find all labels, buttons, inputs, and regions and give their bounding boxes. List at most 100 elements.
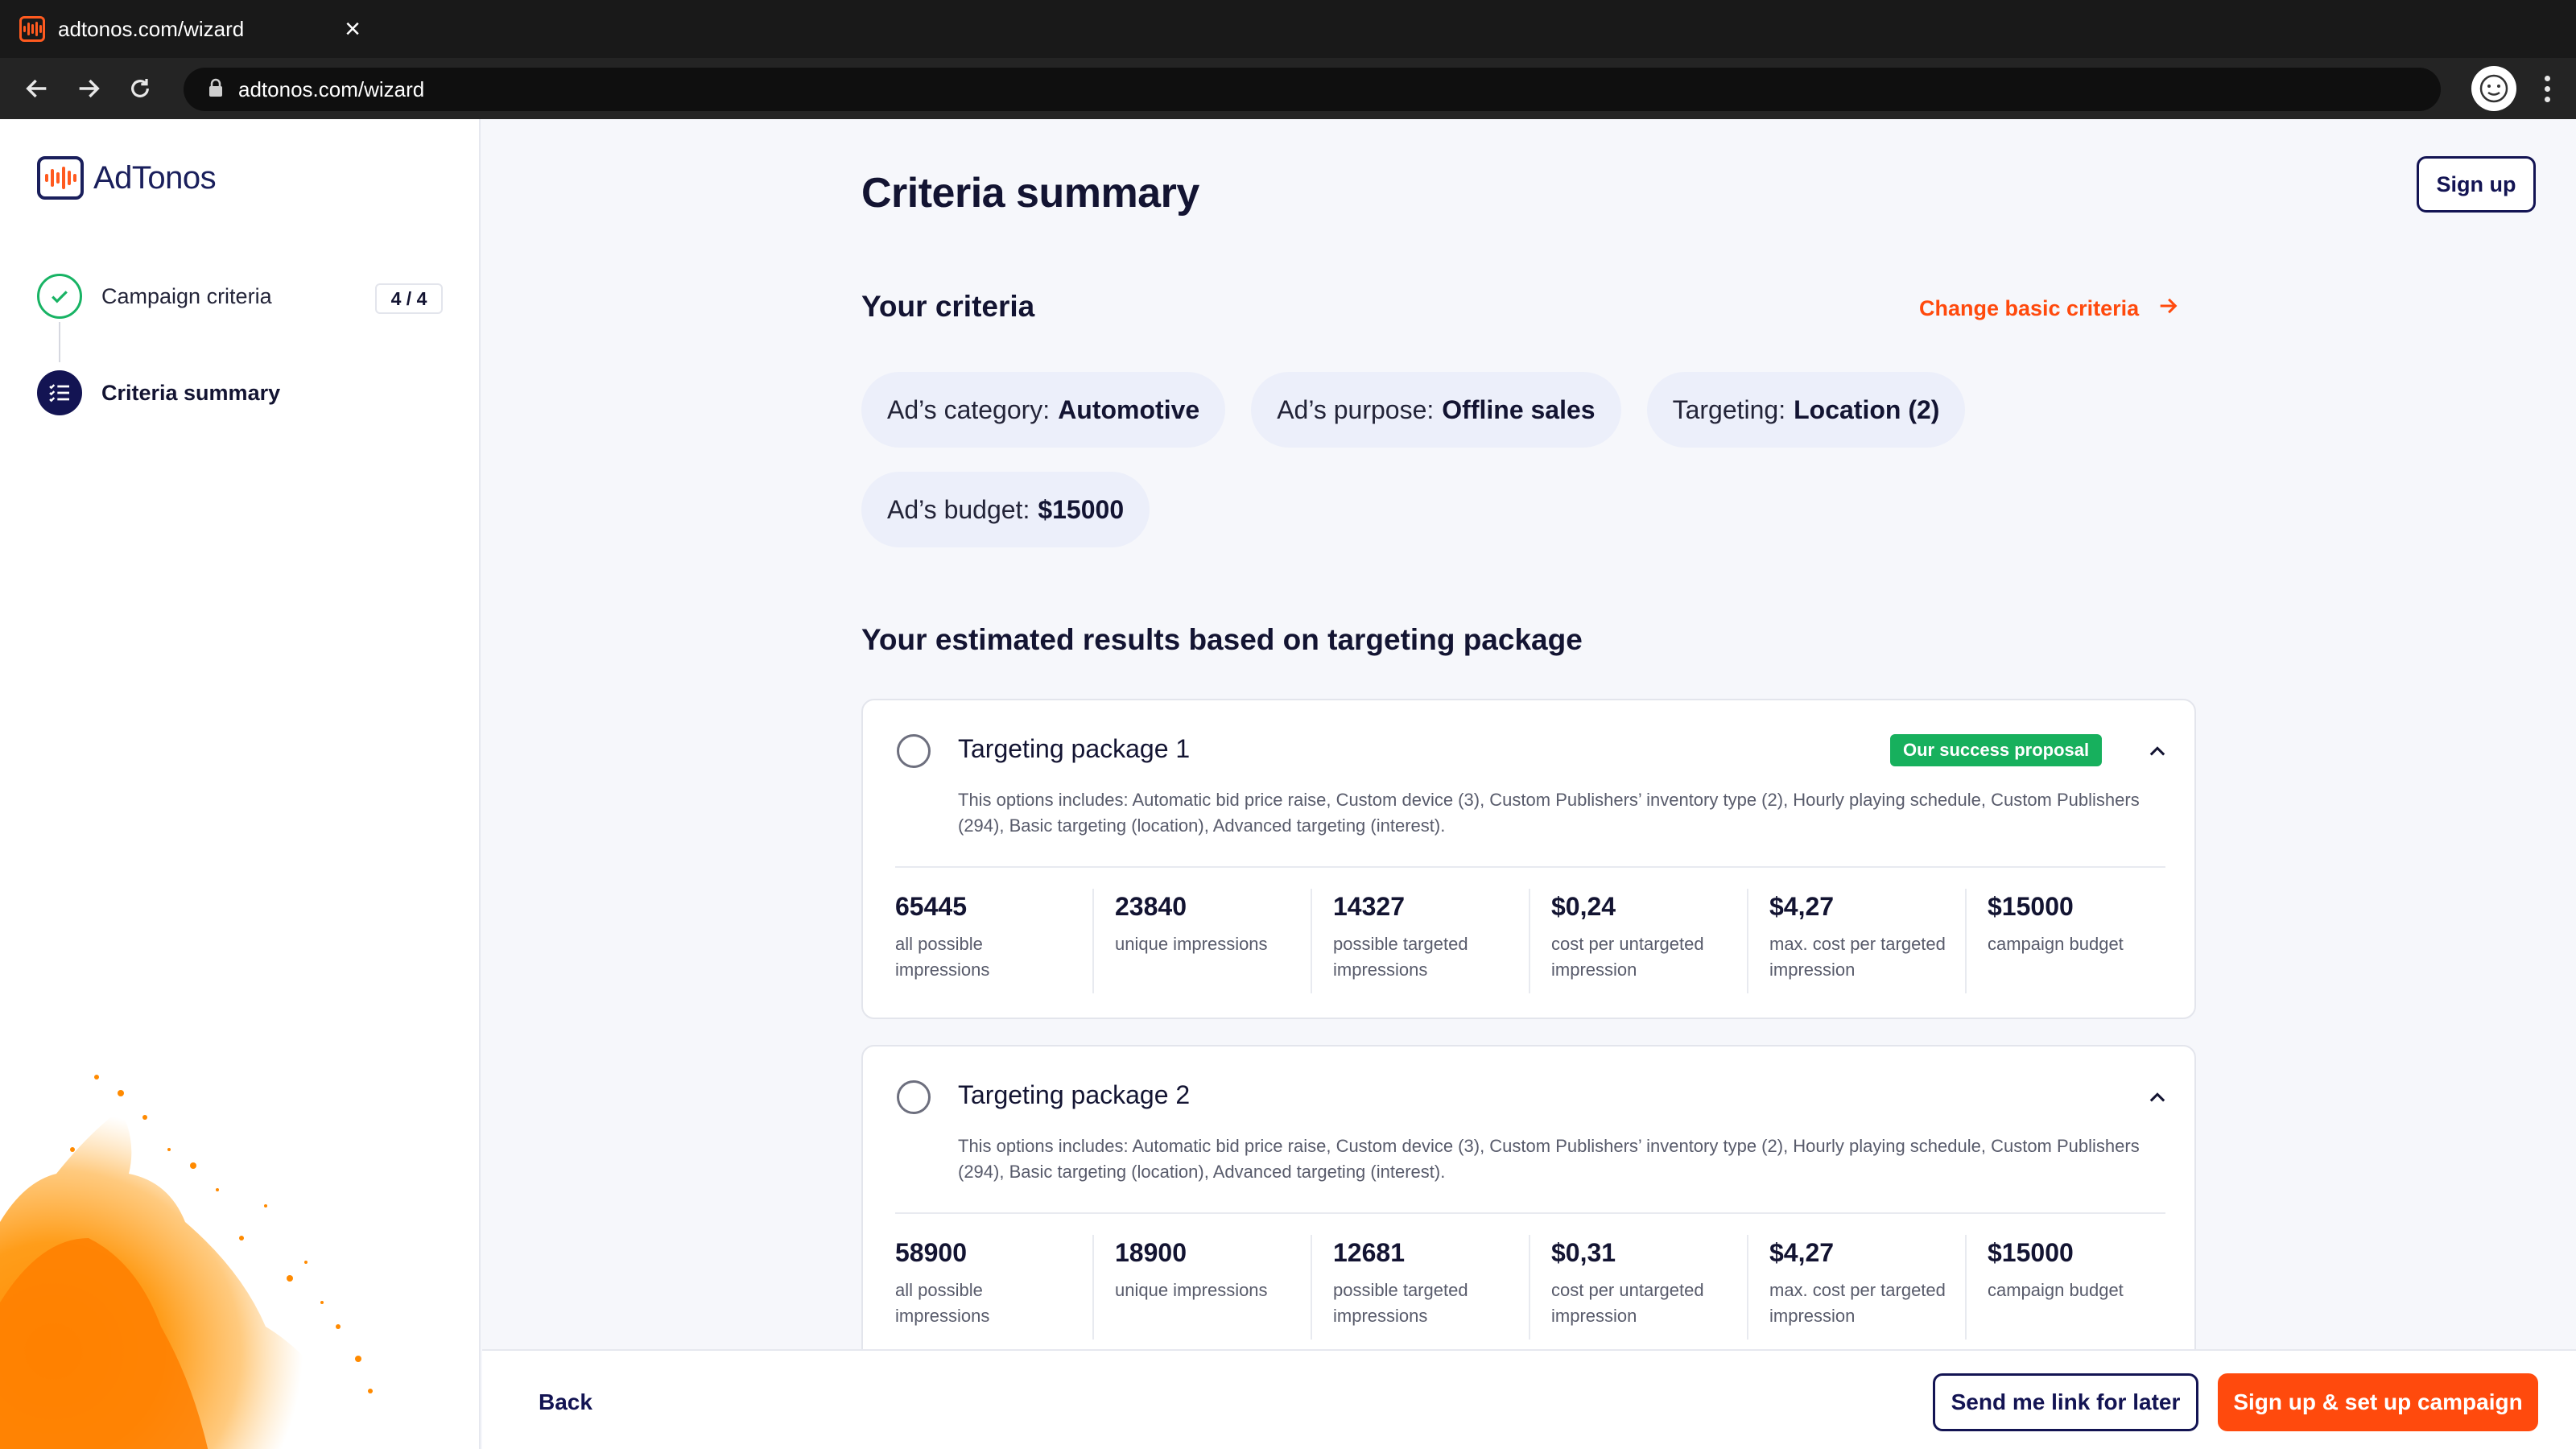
send-link-later-button[interactable]: Send me link for later: [1933, 1373, 2198, 1431]
package-stats: 58900 all possible impressions 18900 uniqu…: [895, 1235, 2183, 1340]
adtonos-logo[interactable]: AdTonos: [37, 156, 217, 200]
stat-cost-untargeted: $0,24 cost per untargeted impression: [1529, 889, 1747, 993]
tab-title: adtonos.com/wizard: [58, 16, 245, 41]
lock-icon: [208, 78, 224, 101]
stat-value: 12681: [1333, 1238, 1405, 1267]
package-stats: 65445 all possible impressions 23840 uniqu…: [895, 889, 2183, 993]
arrow-right-icon: [2157, 295, 2179, 323]
stat-label: unique impressions: [1115, 1280, 1268, 1300]
chip-label: Ad’s purpose:: [1277, 394, 1435, 424]
stat-max-cost-targeted: $4,27 max. cost per targeted impression: [1747, 1235, 1965, 1340]
profile-avatar-icon[interactable]: [2471, 66, 2516, 111]
chip-value: Automotive: [1058, 394, 1200, 424]
browser-tab[interactable]: adtonos.com/wizard ×: [0, 0, 378, 58]
step-connector: [59, 322, 60, 362]
package-title: Targeting package 1: [958, 734, 1191, 763]
targeting-package-card-1[interactable]: Targeting package 1 Our success proposal…: [861, 699, 2196, 1019]
stat-all-impressions: 58900 all possible impressions: [895, 1235, 1092, 1340]
footer-action-bar: Back Send me link for later Sign up & se…: [482, 1349, 2576, 1449]
browser-menu-icon[interactable]: [2531, 68, 2563, 109]
stat-value: 65445: [895, 892, 967, 921]
sign-up-button[interactable]: Sign up: [2417, 156, 2536, 213]
stat-value: 23840: [1115, 892, 1187, 921]
success-proposal-badge: Our success proposal: [1890, 734, 2103, 766]
sidebar-step-criteria-summary[interactable]: Criteria summary: [37, 370, 280, 415]
browser-toolbar: adtonos.com/wizard: [0, 58, 2576, 119]
adtonos-favicon-icon: [19, 16, 45, 42]
address-bar[interactable]: adtonos.com/wizard: [184, 68, 2441, 111]
chip-label: Targeting:: [1672, 394, 1786, 424]
package-description: This options includes: Automatic bid pri…: [958, 1136, 2140, 1182]
stat-targeted-impressions: 14327 possible targeted impressions: [1311, 889, 1529, 993]
stat-label: max. cost per targeted impression: [1769, 1280, 1946, 1326]
back-arrow-icon[interactable]: [14, 66, 60, 111]
package-radio-button[interactable]: [897, 734, 931, 768]
stat-label: cost per untargeted impression: [1551, 1280, 1704, 1326]
criteria-chip-category: Ad’s category: Automotive: [861, 372, 1226, 448]
stat-label: cost per untargeted impression: [1551, 934, 1704, 980]
criteria-chip-purpose: Ad’s purpose: Offline sales: [1251, 372, 1621, 448]
step-label: Campaign criteria: [101, 283, 272, 308]
page-title: Criteria summary: [861, 170, 1199, 217]
sidebar: AdTonos Campaign criteria 4 / 4 Criteria…: [0, 119, 481, 1449]
package-title: Targeting package 2: [958, 1080, 1191, 1109]
chevron-up-icon[interactable]: [2141, 736, 2174, 768]
criteria-chip-targeting: Targeting: Location (2): [1646, 372, 1966, 448]
chip-value: Offline sales: [1442, 394, 1596, 424]
adtonos-logo-icon: [37, 156, 84, 200]
stat-value: $4,27: [1769, 1238, 1835, 1267]
stat-unique-impressions: 18900 unique impressions: [1092, 1235, 1311, 1340]
targeting-package-card-2[interactable]: Targeting package 2 This options include…: [861, 1045, 2196, 1383]
divider: [895, 866, 2165, 868]
chip-value: Location (2): [1794, 394, 1940, 424]
browser-tab-bar: adtonos.com/wizard ×: [0, 0, 2576, 58]
sidebar-step-campaign-criteria[interactable]: Campaign criteria: [37, 274, 272, 319]
criteria-chips: Ad’s category: Automotive Ad’s purpose: Of…: [861, 372, 2021, 547]
chip-label: Ad’s budget:: [887, 494, 1030, 524]
logo-text: AdTonos: [93, 159, 217, 196]
orange-powder-splash-image: [0, 1075, 373, 1449]
stat-label: max. cost per targeted impression: [1769, 934, 1946, 980]
stat-value: $0,31: [1551, 1238, 1616, 1267]
checklist-icon: [37, 370, 82, 415]
stat-label: all possible impressions: [895, 1280, 990, 1326]
stat-targeted-impressions: 12681 possible targeted impressions: [1311, 1235, 1529, 1340]
stat-unique-impressions: 23840 unique impressions: [1092, 889, 1311, 993]
step-count-badge: 4 / 4: [375, 283, 443, 314]
back-button[interactable]: Back: [539, 1389, 592, 1415]
stat-value: $0,24: [1551, 892, 1616, 921]
stat-label: campaign budget: [1988, 1280, 2124, 1300]
divider: [895, 1212, 2165, 1214]
forward-arrow-icon[interactable]: [66, 66, 111, 111]
stat-value: 14327: [1333, 892, 1405, 921]
results-heading: Your estimated results based on targetin…: [861, 623, 1583, 656]
change-basic-criteria-link[interactable]: Change basic criteria: [1919, 295, 2179, 323]
stat-campaign-budget: $15000 campaign budget: [1965, 1235, 2183, 1340]
step-label: Criteria summary: [101, 380, 281, 405]
change-link-label: Change basic criteria: [1919, 296, 2140, 320]
check-circle-icon: [37, 274, 82, 319]
your-criteria-heading: Your criteria: [861, 290, 1035, 323]
stat-value: 58900: [895, 1238, 967, 1267]
url-text: adtonos.com/wizard: [238, 76, 425, 101]
stat-label: possible targeted impressions: [1333, 1280, 1468, 1326]
reload-icon[interactable]: [118, 66, 163, 111]
stat-all-impressions: 65445 all possible impressions: [895, 889, 1092, 993]
stat-label: unique impressions: [1115, 934, 1268, 954]
chevron-up-icon[interactable]: [2141, 1082, 2174, 1114]
stat-label: possible targeted impressions: [1333, 934, 1468, 980]
stat-value: $15000: [1988, 1238, 2074, 1267]
sign-up-setup-campaign-button[interactable]: Sign up & set up campaign: [2218, 1373, 2538, 1431]
stat-value: $4,27: [1769, 892, 1835, 921]
criteria-chip-budget: Ad’s budget: $15000: [861, 472, 1150, 547]
stat-cost-untargeted: $0,31 cost per untargeted impression: [1529, 1235, 1747, 1340]
chip-value: $15000: [1038, 494, 1125, 524]
stat-campaign-budget: $15000 campaign budget: [1965, 889, 2183, 993]
package-radio-button[interactable]: [897, 1080, 931, 1114]
stat-value: 18900: [1115, 1238, 1187, 1267]
package-description: This options includes: Automatic bid pri…: [958, 790, 2140, 836]
stat-label: campaign budget: [1988, 934, 2124, 954]
stat-label: all possible impressions: [895, 934, 990, 980]
tab-close-icon[interactable]: ×: [336, 13, 369, 45]
stat-max-cost-targeted: $4,27 max. cost per targeted impression: [1747, 889, 1965, 993]
